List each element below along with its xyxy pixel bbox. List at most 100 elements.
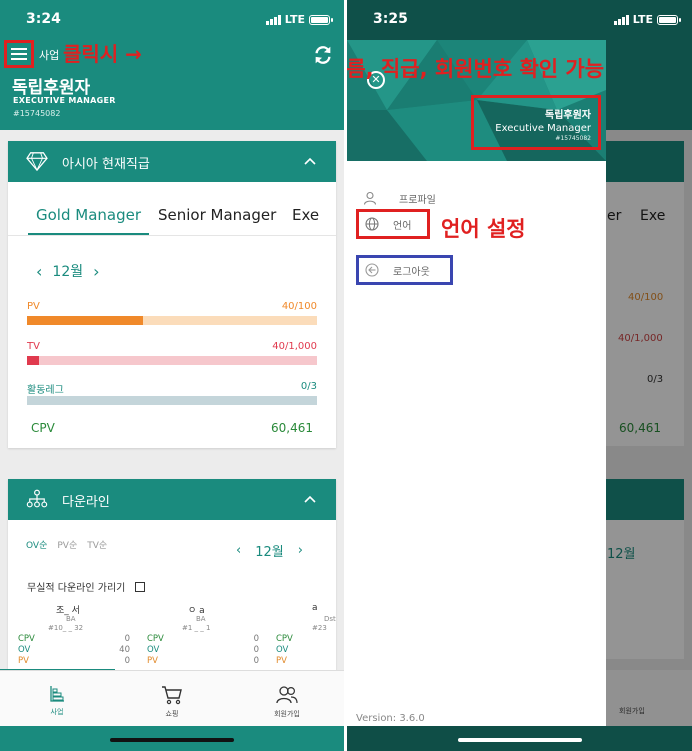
- drawer-user-id: #15745082: [555, 135, 591, 142]
- rank-card-title: 아시아 현재직급: [62, 157, 150, 172]
- rank-card: 아시아 현재직급 Gold Manager Senior Manager Exe…: [8, 141, 336, 448]
- node-rank: BA: [66, 615, 76, 623]
- tab-gold-manager[interactable]: Gold Manager: [36, 206, 141, 224]
- phone-screen-right: er Exe 40/100 40/1,000 0/3 60,461 12월 회원…: [347, 0, 692, 751]
- cpv-value: 60,461: [271, 421, 313, 435]
- chevron-right-icon[interactable]: ›: [93, 262, 99, 281]
- stat-label-pv: PV: [276, 656, 287, 666]
- menu-item-profile-label: 프로파일: [399, 194, 436, 206]
- metric-value: 40/100: [281, 301, 317, 312]
- downline-month-selector: ‹ 12월 ›: [236, 541, 303, 560]
- rank-tabs: Gold Manager Senior Manager Exe: [8, 196, 336, 236]
- hide-inactive-label: 무실적 다운라인 가리기: [27, 583, 126, 594]
- downline-month-label: 12월: [255, 545, 284, 560]
- menu-item-logout-label: 로그아웃: [393, 266, 430, 278]
- stat-label-pv: PV: [147, 656, 158, 666]
- node-name: a: [312, 603, 318, 613]
- annotation-user-info: 이름, 직급, 회원번호 확인 가능: [347, 57, 605, 81]
- status-bar: 3:24 LTE: [0, 0, 344, 38]
- user-member-id: #15745082: [13, 109, 61, 118]
- downline-card-header[interactable]: 다운라인: [8, 479, 336, 520]
- downline-card: 다운라인 OV순 PV순 TV순 ‹ 12월 › 무실적 다운라인 가리기 조_…: [8, 479, 336, 670]
- stat-value-ov: 40: [119, 645, 130, 655]
- tab-shopping[interactable]: 쇼핑: [127, 685, 217, 719]
- stat-label-ov: OV: [276, 645, 289, 655]
- node-rank: BA: [196, 615, 206, 623]
- rank-card-header[interactable]: 아시아 현재직급: [8, 141, 336, 182]
- tab-senior-manager[interactable]: Senior Manager: [158, 206, 276, 224]
- bottom-safe-area: [347, 726, 692, 751]
- progress-fill: [27, 356, 39, 365]
- diamond-icon: [26, 152, 48, 171]
- downline-card-title: 다운라인: [62, 495, 110, 510]
- tab-signup[interactable]: 회원가입: [242, 685, 332, 719]
- tab-business[interactable]: 사업: [12, 685, 102, 717]
- menu-item-language-label: 언어: [393, 220, 412, 232]
- cpv-row: CPV 60,461: [31, 421, 313, 435]
- sort-ov[interactable]: OV순: [26, 538, 47, 551]
- chevron-right-icon[interactable]: ›: [298, 543, 303, 558]
- bottom-tab-bar: 사업 쇼핑 회원가입: [0, 670, 344, 726]
- hamburger-menu-button[interactable]: [4, 40, 34, 68]
- menu-item-logout[interactable]: 로그아웃: [356, 255, 453, 285]
- sort-tv[interactable]: TV순: [87, 538, 107, 551]
- node-stats: CPV 0 OV 40 PV 0: [18, 634, 130, 667]
- logout-arrow-icon: [365, 263, 379, 277]
- chevron-up-icon[interactable]: [304, 155, 316, 167]
- chevron-left-icon[interactable]: ‹: [36, 262, 42, 281]
- user-rank-title: EXECUTIVE MANAGER: [13, 96, 116, 105]
- chevron-left-icon[interactable]: ‹: [236, 543, 241, 558]
- stat-label-cpv: CPV: [18, 634, 35, 644]
- tab-shopping-label: 쇼핑: [165, 710, 179, 718]
- active-tab-indicator: [28, 233, 149, 235]
- tab-signup-label: 회원가입: [274, 710, 300, 718]
- network-label: LTE: [632, 13, 653, 26]
- signal-icon: [613, 14, 629, 25]
- node-id: #1 _ _ 1: [182, 624, 211, 632]
- stat-value-cpv: 0: [253, 634, 259, 644]
- home-indicator[interactable]: [457, 738, 582, 742]
- app-version: Version: 3.6.0: [356, 713, 425, 724]
- status-time: 3:25: [373, 11, 408, 27]
- stat-label-cpv: CPV: [147, 634, 164, 644]
- metric-value: 0/3: [300, 381, 317, 392]
- person-icon: [363, 191, 377, 205]
- hamburger-icon: [11, 48, 27, 50]
- drawer-user-name: 독립후원자: [545, 110, 591, 121]
- cpv-label: CPV: [31, 421, 55, 435]
- progress-track: [27, 356, 317, 365]
- stat-value-ov: 0: [253, 645, 259, 655]
- menu-item-language[interactable]: 언어: [356, 209, 430, 239]
- month-selector: ‹ 12월 ›: [36, 261, 100, 281]
- status-bar: 3:25 LTE: [347, 0, 692, 38]
- signal-icon: [265, 14, 281, 25]
- globe-icon: [365, 217, 379, 231]
- users-icon: [276, 686, 298, 704]
- screenshot-root: 3:24 LTE 사업 클릭시 → 독립후원자 EXECUTIVE MANAGE…: [0, 0, 692, 751]
- refresh-icon[interactable]: [312, 44, 334, 66]
- status-time: 3:24: [26, 11, 61, 27]
- business-icon: [50, 686, 64, 702]
- org-chart-icon: [26, 489, 48, 508]
- cart-icon: [162, 686, 182, 705]
- home-indicator[interactable]: [110, 738, 234, 742]
- progress-fill: [27, 316, 143, 325]
- battery-icon: [309, 14, 333, 25]
- chevron-up-icon[interactable]: [304, 493, 316, 505]
- sort-pv[interactable]: PV순: [57, 538, 77, 551]
- metric-label: TV: [27, 341, 40, 352]
- user-name: 독립후원자: [12, 78, 91, 98]
- month-label: 12월: [52, 264, 84, 280]
- hide-inactive-row: 무실적 다운라인 가리기: [27, 579, 146, 594]
- progress-track: [27, 396, 317, 405]
- hide-inactive-checkbox[interactable]: [135, 581, 146, 592]
- header-section-label: 사업: [39, 49, 60, 62]
- sort-options: OV순 PV순 TV순: [26, 538, 107, 551]
- stat-value-cpv: 0: [124, 634, 130, 644]
- stat-label-pv: PV: [18, 656, 29, 666]
- stat-value-pv: 0: [124, 656, 130, 666]
- stat-value-pv: 0: [253, 656, 259, 666]
- node-rank: Dst: [324, 615, 336, 623]
- tab-executive-manager[interactable]: Exe: [292, 206, 319, 224]
- annotation-click: 클릭시 →: [63, 42, 142, 66]
